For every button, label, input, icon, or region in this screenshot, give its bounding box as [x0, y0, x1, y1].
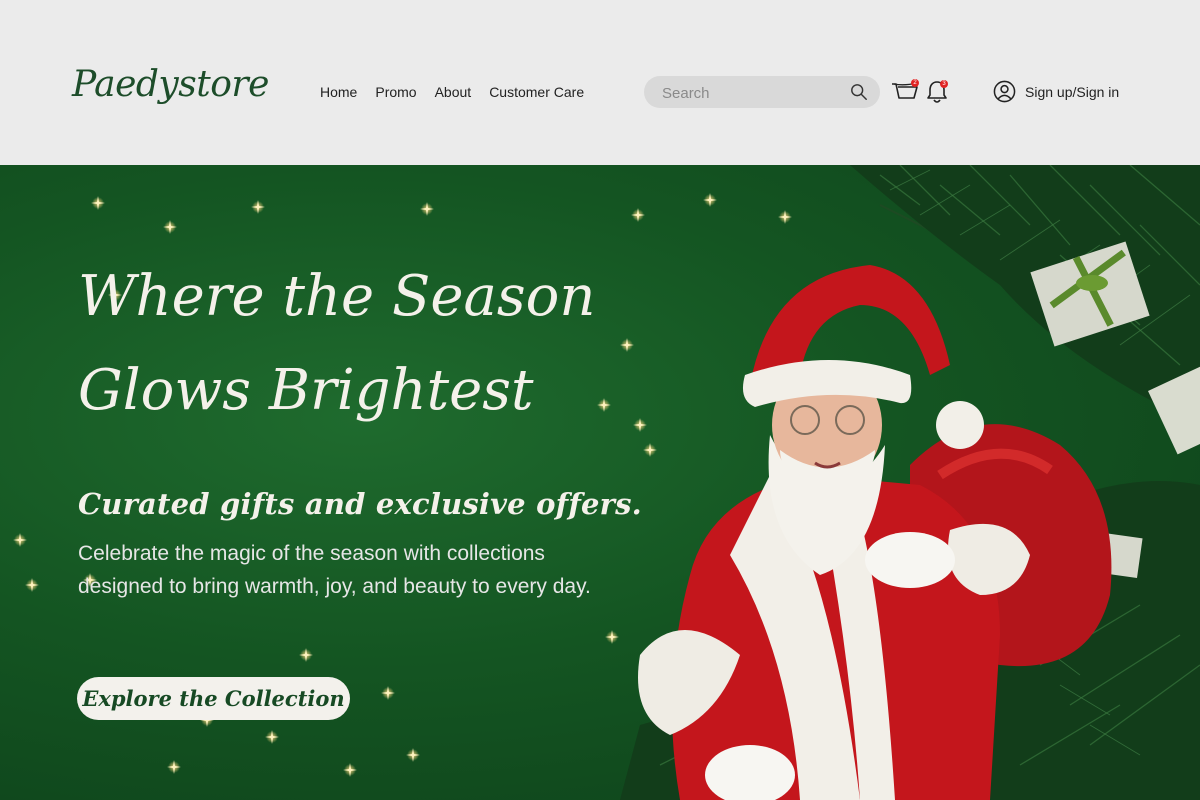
search-bar: [644, 76, 880, 110]
site-logo[interactable]: Paedystore: [72, 64, 269, 105]
hero-title-line2: Glows Brightest: [78, 358, 534, 423]
explore-collection-button[interactable]: Explore the Collection: [77, 677, 350, 720]
hero-title: Where the Season Glows Brightest: [78, 250, 678, 438]
nav-about[interactable]: About: [435, 84, 472, 100]
sign-in-button[interactable]: Sign up/Sign in: [993, 80, 1119, 103]
sign-in-label: Sign up/Sign in: [1025, 83, 1120, 100]
cart-badge: 2: [911, 79, 919, 87]
main-nav: Home Promo About Customer Care: [320, 84, 584, 100]
search-icon[interactable]: [850, 83, 868, 101]
search-input[interactable]: [660, 76, 844, 110]
notifications-badge: 3: [940, 80, 948, 88]
hero-banner: Where the Season Glows Brightest Curated…: [0, 165, 1200, 800]
hero-description: Celebrate the magic of the season with c…: [78, 542, 591, 598]
notifications-button[interactable]: 3: [926, 79, 948, 105]
hero-title-line1: Where the Season: [78, 264, 596, 329]
nav-customer-care[interactable]: Customer Care: [489, 84, 584, 100]
user-icon: [993, 80, 1016, 103]
site-header: Paedystore Home Promo About Customer Car…: [0, 0, 1200, 165]
cart-button[interactable]: 2: [890, 79, 920, 104]
nav-home[interactable]: Home: [320, 84, 357, 100]
hero-subtitle: Curated gifts and exclusive offers.: [78, 487, 642, 521]
santa-image: [638, 265, 1112, 800]
nav-promo[interactable]: Promo: [375, 84, 416, 100]
